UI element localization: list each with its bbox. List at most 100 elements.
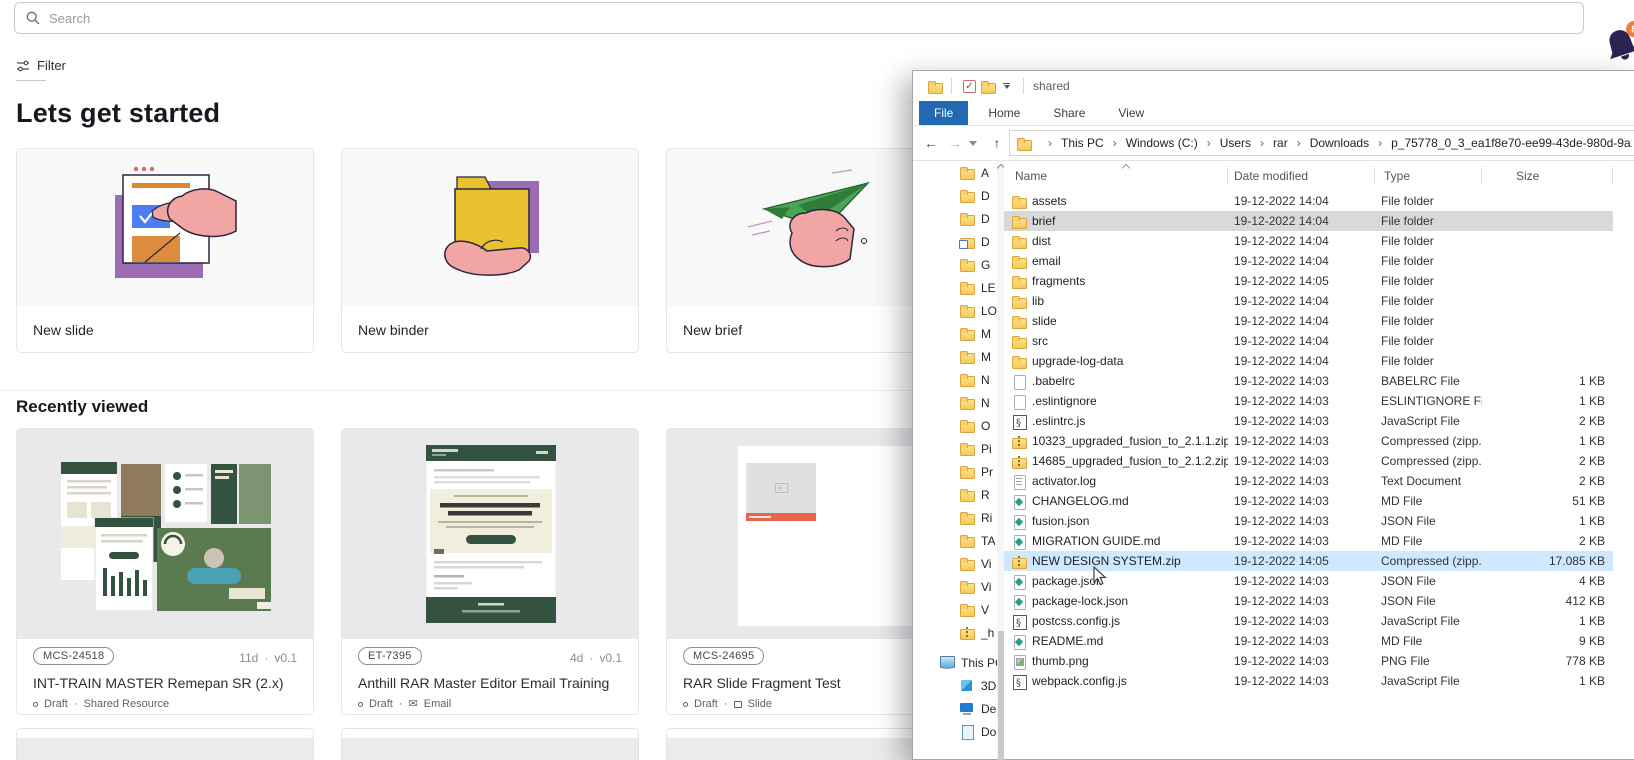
tree-item[interactable]: D [913, 207, 997, 230]
ribbon-tab[interactable]: Home [975, 101, 1033, 125]
up-icon[interactable]: ↑ [985, 135, 1009, 151]
explorer-titlebar[interactable]: ✓ shared [913, 71, 1634, 101]
tree-item[interactable]: R [913, 483, 997, 506]
recent-card-anthill-thumbnail [342, 429, 638, 639]
tree-item-icon [939, 655, 956, 670]
column-header-size-label: Size [1516, 169, 1539, 183]
search-input[interactable] [49, 11, 1573, 26]
card-footer: Draft · ✉ Email [358, 698, 451, 710]
tree-item[interactable]: G [913, 253, 997, 276]
tree-item[interactable]: D [913, 184, 997, 207]
file-row[interactable]: package-lock.json 19-12-2022 14:03 JSON … [1004, 591, 1613, 611]
file-type: JSON File [1375, 571, 1482, 591]
tree-item[interactable]: TA [913, 529, 997, 552]
tree-item[interactable]: Vi [913, 552, 997, 575]
meta-separator: · [589, 651, 593, 665]
file-row[interactable]: thumb.png 19-12-2022 14:03 PNG File 778 … [1004, 651, 1613, 671]
recent-card-remepan[interactable]: MCS-24518 11d · v0.1 INT-TRAIN MASTER Re… [16, 428, 314, 715]
breadcrumb-item[interactable]: rar [1251, 136, 1288, 150]
file-row[interactable]: slide 19-12-2022 14:04 File folder [1004, 311, 1613, 331]
column-header-name[interactable]: Name [1011, 161, 1228, 191]
tree-item[interactable]: Vi [913, 575, 997, 598]
breadcrumb-item[interactable]: Users [1198, 136, 1251, 150]
column-header-date-modified[interactable]: Date modified [1228, 161, 1375, 191]
file-row[interactable]: assets 19-12-2022 14:04 File folder [1004, 191, 1613, 211]
tree-item[interactable]: N [913, 391, 997, 414]
tree-item[interactable]: Pr [913, 460, 997, 483]
file-size: 1 KB [1482, 371, 1613, 391]
file-row[interactable]: .eslintignore 19-12-2022 14:03 ESLINTIGN… [1004, 391, 1613, 411]
file-row[interactable]: CHANGELOG.md 19-12-2022 14:03 MD File 51… [1004, 491, 1613, 511]
notification-bell-icon[interactable]: 8 [1601, 20, 1634, 66]
tree-item[interactable]: A [913, 161, 997, 184]
breadcrumb-item[interactable]: p_75778_0_3_ea1f8e70-ee99-43de-980d-9a1f… [1369, 136, 1632, 150]
file-row[interactable]: .eslintrc.js 19-12-2022 14:03 JavaScript… [1004, 411, 1613, 431]
tree-item[interactable]: D [913, 230, 997, 253]
file-name: slide [1032, 311, 1228, 331]
file-row[interactable]: 10323_upgraded_fusion_to_2.1.1.zip 19-12… [1004, 431, 1613, 451]
file-row[interactable]: src 19-12-2022 14:04 File folder [1004, 331, 1613, 351]
tree-item[interactable]: LO [913, 299, 997, 322]
file-size: 1 KB [1482, 511, 1613, 531]
recent-card-anthill[interactable]: ET-7395 4d · v0.1 Anthill RAR Master Edi… [341, 428, 639, 715]
file-date-modified: 19-12-2022 14:03 [1228, 651, 1375, 671]
tree-item[interactable]: Desktop [913, 697, 997, 720]
quick-access-dropdown-icon[interactable] [1003, 83, 1010, 89]
recent-locations-chevron-icon[interactable] [969, 141, 977, 146]
window-folder-icon [927, 79, 944, 94]
tree-item[interactable]: Documents [913, 720, 997, 743]
file-row[interactable]: upgrade-log-data 19-12-2022 14:04 File f… [1004, 351, 1613, 371]
quick-access-new-folder-icon[interactable] [980, 79, 997, 94]
breadcrumb-item[interactable]: Downloads [1288, 136, 1369, 150]
filter-button[interactable]: Filter [16, 58, 66, 81]
search-bar[interactable] [14, 2, 1584, 34]
file-row[interactable]: lib 19-12-2022 14:04 File folder [1004, 291, 1613, 311]
tree-item[interactable]: Ri [913, 506, 997, 529]
file-row[interactable]: MIGRATION GUIDE.md 19-12-2022 14:03 MD F… [1004, 531, 1613, 551]
back-icon[interactable]: ← [919, 135, 943, 151]
new-binder-card[interactable]: New binder [341, 148, 639, 353]
ribbon-tab[interactable]: File [919, 101, 968, 125]
tree-item[interactable]: LE [913, 276, 997, 299]
column-header-type[interactable]: Type [1375, 161, 1482, 191]
partial-card[interactable] [341, 728, 639, 760]
ribbon-tab[interactable]: Share [1040, 101, 1098, 125]
file-type-icon [1011, 574, 1028, 589]
file-name: dist [1032, 231, 1228, 251]
ribbon-tab[interactable]: View [1105, 101, 1157, 125]
file-row[interactable]: .babelrc 19-12-2022 14:03 BABELRC File 1… [1004, 371, 1613, 391]
tree-item[interactable]: _h [913, 621, 997, 644]
card-title: INT-TRAIN MASTER Remepan SR (2.x) [33, 675, 301, 691]
partial-card[interactable] [16, 728, 314, 760]
file-row[interactable]: brief 19-12-2022 14:04 File folder [1004, 211, 1613, 231]
tree-item[interactable]: O [913, 414, 997, 437]
column-header-size[interactable]: Size [1482, 161, 1613, 191]
new-slide-card[interactable]: New slide [16, 148, 314, 353]
tree-item[interactable]: N [913, 368, 997, 391]
tree-item[interactable]: This PC [913, 651, 997, 674]
partial-card-thumbnail [17, 738, 313, 760]
file-row[interactable]: README.md 19-12-2022 14:03 MD File 9 KB [1004, 631, 1613, 651]
tree-item[interactable]: M [913, 322, 997, 345]
file-type-icon [1011, 454, 1028, 469]
tree-item-label: M [981, 327, 991, 341]
file-row[interactable]: activator.log 19-12-2022 14:03 Text Docu… [1004, 471, 1613, 491]
file-date-modified: 19-12-2022 14:03 [1228, 391, 1375, 411]
tree-item[interactable]: 3D Objects [913, 674, 997, 697]
tree-item[interactable]: Pi [913, 437, 997, 460]
file-row[interactable]: webpack.config.js 19-12-2022 14:03 JavaS… [1004, 671, 1613, 691]
breadcrumb-item[interactable]: Windows (C:) [1104, 136, 1198, 150]
file-row[interactable]: email 19-12-2022 14:04 File folder [1004, 251, 1613, 271]
breadcrumb-item[interactable]: This PC [1039, 136, 1104, 150]
address-bar[interactable]: This PCWindows (C:)UsersrarDownloadsp_75… [1009, 130, 1634, 156]
file-row[interactable]: 14685_upgraded_fusion_to_2.1.2.zip 19-12… [1004, 451, 1613, 471]
file-row[interactable]: postcss.config.js 19-12-2022 14:03 JavaS… [1004, 611, 1613, 631]
forward-icon[interactable]: → [943, 135, 967, 151]
tree-item[interactable]: V [913, 598, 997, 621]
quick-access-properties-icon[interactable]: ✓ [963, 80, 976, 93]
file-row[interactable]: dist 19-12-2022 14:04 File folder [1004, 231, 1613, 251]
tree-item[interactable]: M [913, 345, 997, 368]
file-date-modified: 19-12-2022 14:04 [1228, 311, 1375, 331]
file-row[interactable]: fusion.json 19-12-2022 14:03 JSON File 1… [1004, 511, 1613, 531]
file-row[interactable]: fragments 19-12-2022 14:05 File folder [1004, 271, 1613, 291]
